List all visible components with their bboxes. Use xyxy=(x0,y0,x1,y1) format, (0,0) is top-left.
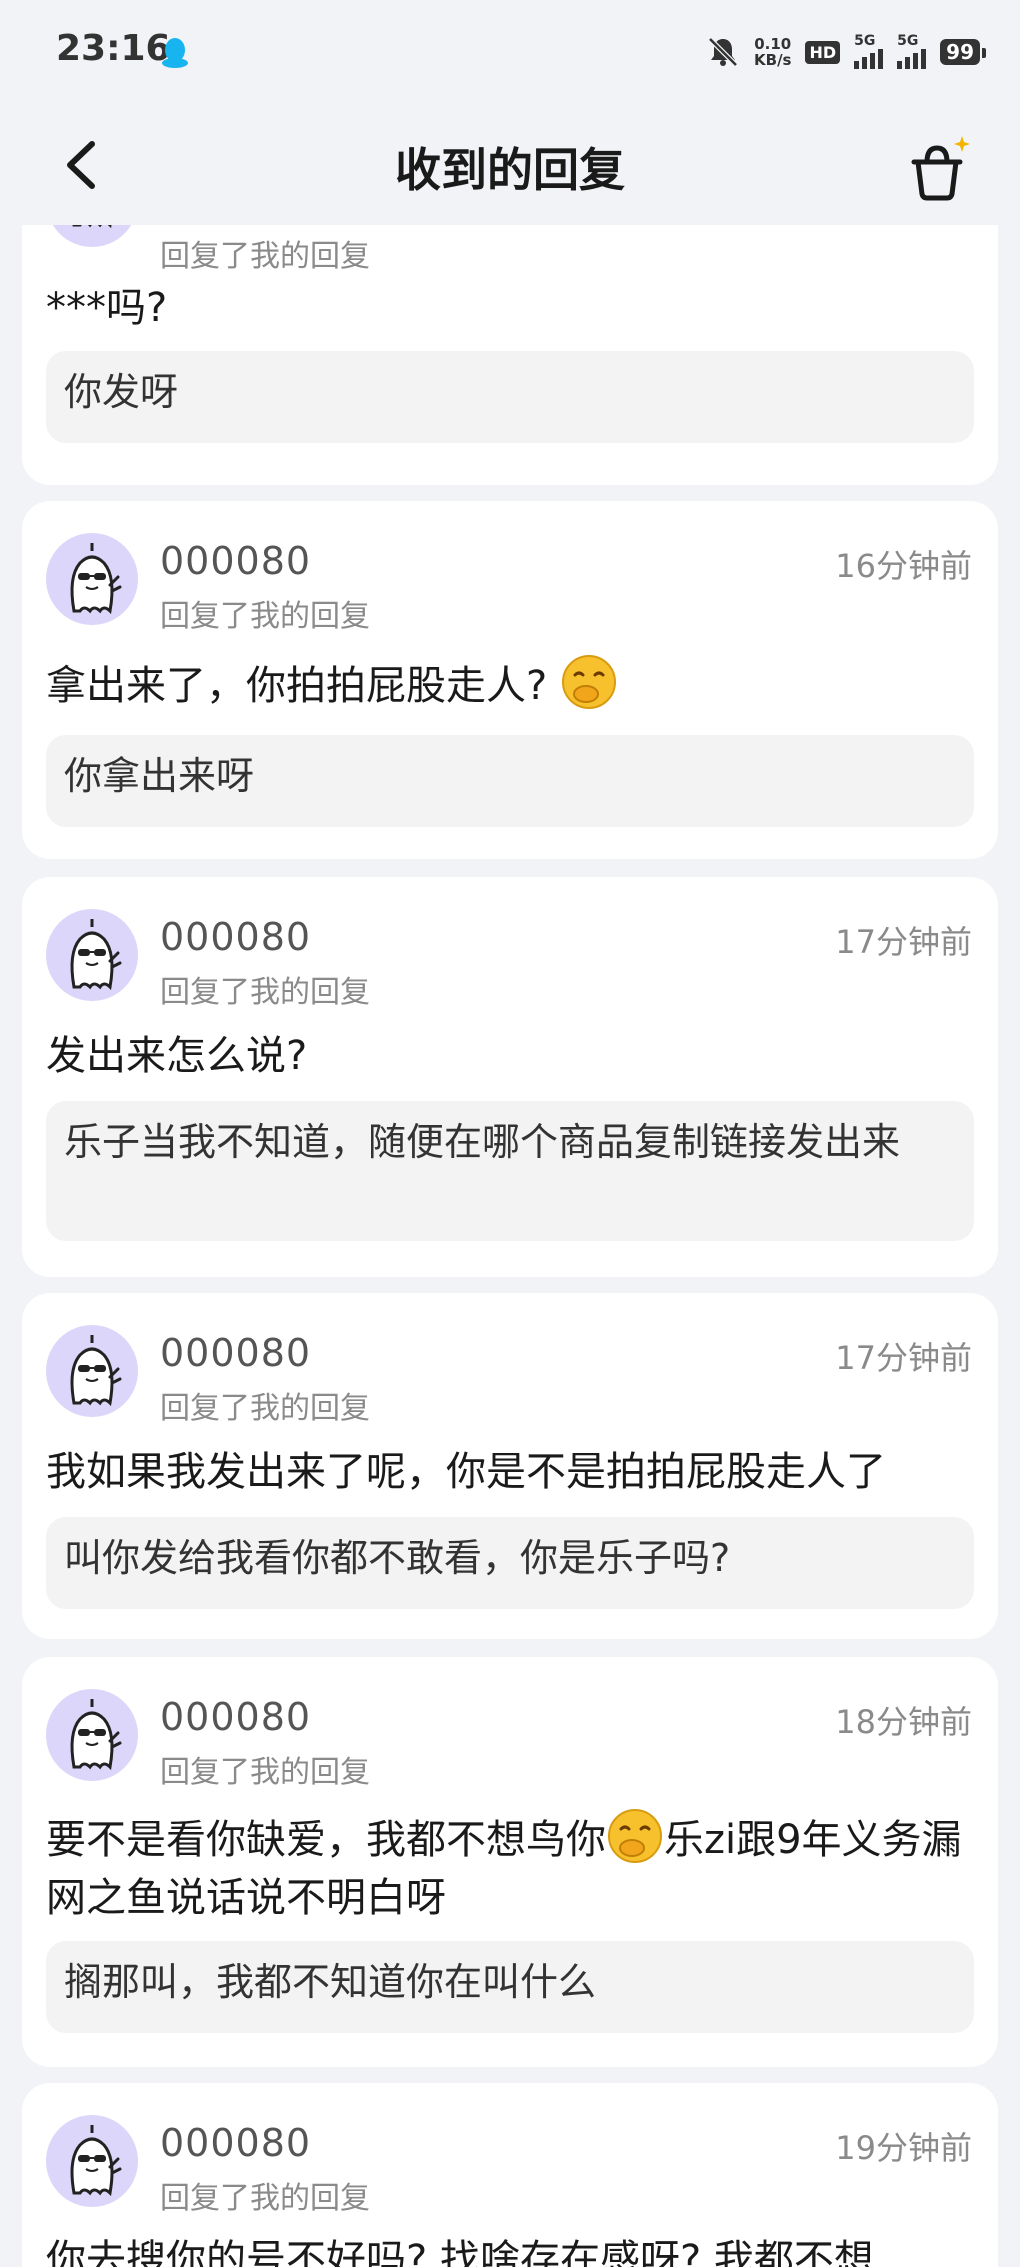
qq-notification-icon xyxy=(162,38,188,68)
hd-badge: HD xyxy=(805,40,841,64)
giggle-emoji-icon xyxy=(608,1809,662,1863)
reply-message: 拿出来了，你拍拍屁股走人? xyxy=(46,653,974,715)
quoted-reply[interactable]: 你发呀 xyxy=(46,351,974,443)
page-title: 收到的回复 xyxy=(395,143,625,197)
avatar[interactable] xyxy=(46,2115,138,2207)
reply-username[interactable]: 000080 xyxy=(160,915,311,959)
quoted-reply[interactable]: 乐子当我不知道，随便在哪个商品复制链接发出来 xyxy=(46,1101,974,1241)
reply-message-text: 拿出来了，你拍拍屁股走人? xyxy=(46,663,548,709)
ghost-avatar-icon xyxy=(70,543,122,615)
avatar[interactable] xyxy=(46,1325,138,1417)
status-icons: 0.10 KB/s HD 5G 5G 99 xyxy=(706,30,986,74)
reply-subline: 回复了我的回复 xyxy=(160,239,370,274)
battery-indicator: 99 xyxy=(940,39,986,65)
reply-username[interactable]: 000080 xyxy=(160,2121,311,2165)
replies-page: 23:16 0.10 KB/s HD 5G 5G 99 收到的回复 回复了我的回… xyxy=(0,0,1020,2267)
ghost-avatar-icon xyxy=(72,225,112,229)
bell-muted-icon xyxy=(708,37,738,67)
avatar[interactable] xyxy=(46,1689,138,1781)
nav-bar: 收到的回复 xyxy=(0,110,1020,225)
net-speed-unit: KB/s xyxy=(754,51,792,69)
reply-message-text: 要不是看你缺爱，我都不想鸟你 xyxy=(46,1817,606,1863)
ghost-avatar-icon xyxy=(70,1335,122,1407)
ghost-avatar-icon xyxy=(70,1699,122,1771)
reply-message: 我如果我发出来了呢，你是不是拍拍屁股走人了 xyxy=(46,1449,886,1495)
avatar[interactable] xyxy=(46,225,138,247)
ghost-avatar-icon xyxy=(70,919,122,991)
reply-subline: 回复了我的回复 xyxy=(160,1391,370,1426)
reply-time: 17分钟前 xyxy=(835,923,972,961)
quoted-reply[interactable]: 你拿出来呀 xyxy=(46,735,974,827)
reply-card[interactable]: 000080 17分钟前 回复了我的回复 发出来怎么说? 乐子当我不知道，随便在… xyxy=(22,877,998,1277)
reply-subline: 回复了我的回复 xyxy=(160,2181,370,2216)
reply-time: 18分钟前 xyxy=(835,1703,972,1741)
status-time: 23:16 xyxy=(56,28,171,69)
reply-subline: 回复了我的回复 xyxy=(160,599,370,634)
network-speed: 0.10 KB/s xyxy=(754,36,791,68)
reply-message: 你去搜你的号不好吗? 找啥存在感呀? 我都不想 xyxy=(46,2237,874,2267)
net-speed-value: 0.10 xyxy=(754,35,792,53)
avatar[interactable] xyxy=(46,909,138,1001)
sim2-label: 5G xyxy=(897,33,919,49)
quoted-reply[interactable]: 搁那叫，我都不知道你在叫什么 xyxy=(46,1941,974,2033)
sim1-label: 5G xyxy=(854,33,876,49)
reply-subline: 回复了我的回复 xyxy=(160,975,370,1010)
reply-card[interactable]: 000080 16分钟前 回复了我的回复 拿出来了，你拍拍屁股走人? 你拿出来呀 xyxy=(22,501,998,859)
reply-card[interactable]: 000080 19分钟前 回复了我的回复 你去搜你的号不好吗? 找啥存在感呀? … xyxy=(22,2083,998,2267)
reply-time: 17分钟前 xyxy=(835,1339,972,1377)
clean-basket-icon[interactable] xyxy=(900,132,974,206)
sim1-signal-icon: 5G xyxy=(854,33,884,69)
reply-card[interactable]: 000080 18分钟前 回复了我的回复 要不是看你缺爱，我都不想鸟你 乐zi跟… xyxy=(22,1657,998,2067)
reply-subline: 回复了我的回复 xyxy=(160,1755,370,1790)
status-bar: 23:16 0.10 KB/s HD 5G 5G 99 xyxy=(0,0,1020,110)
giggle-emoji-icon xyxy=(561,655,616,709)
reply-message: ***吗? xyxy=(46,285,168,331)
sim2-signal-icon: 5G xyxy=(897,33,927,69)
reply-time: 19分钟前 xyxy=(835,2129,972,2167)
reply-time: 16分钟前 xyxy=(835,547,972,585)
reply-username[interactable]: 000080 xyxy=(160,539,311,583)
reply-card[interactable]: 000080 17分钟前 回复了我的回复 我如果我发出来了呢，你是不是拍拍屁股走… xyxy=(22,1293,998,1639)
ghost-avatar-icon xyxy=(70,2125,122,2197)
avatar[interactable] xyxy=(46,533,138,625)
reply-card[interactable]: 回复了我的回复 ***吗? 你发呀 xyxy=(22,225,998,485)
reply-message: 要不是看你缺爱，我都不想鸟你 乐zi跟9年义务漏网之鱼说话说不明白呀 xyxy=(46,1807,974,1927)
reply-username[interactable]: 000080 xyxy=(160,1331,311,1375)
quoted-reply[interactable]: 叫你发给我看你都不敢看，你是乐子吗? xyxy=(46,1517,974,1609)
reply-username[interactable]: 000080 xyxy=(160,1695,311,1739)
reply-list[interactable]: 回复了我的回复 ***吗? 你发呀 000080 16分钟前 回复了我的回复 拿… xyxy=(0,225,1020,2267)
reply-message: 发出来怎么说? xyxy=(46,1033,308,1079)
